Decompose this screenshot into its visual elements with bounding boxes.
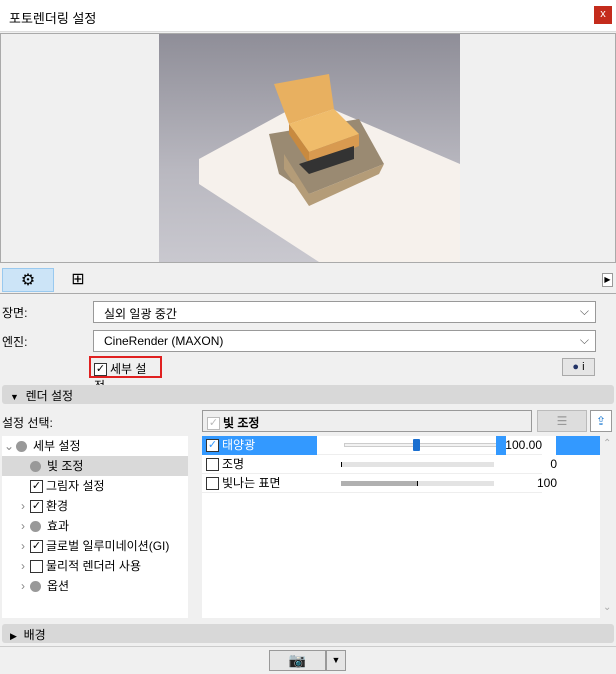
tree-label: 그림자 설정: [46, 479, 105, 493]
tree-label: 세부 설정: [33, 439, 81, 453]
background-label: 배경: [23, 628, 46, 642]
sunlight-slider[interactable]: [344, 443, 497, 447]
header-checkbox: ✓: [207, 417, 220, 431]
list-view-button[interactable]: ☰: [537, 410, 587, 432]
title-bar: 포토렌더링 설정 x: [0, 0, 616, 32]
chevron-right-icon[interactable]: ›: [16, 536, 30, 556]
row-lighting[interactable]: 조명 0: [202, 455, 557, 474]
export-button[interactable]: ⇪: [590, 410, 612, 432]
gear-icon: ⚙: [20, 272, 36, 289]
collapse-triangle-icon: ▼: [10, 392, 19, 402]
dot-icon: [16, 441, 27, 453]
chevron-down-icon[interactable]: ⌄: [2, 436, 16, 456]
slider-thumb[interactable]: [413, 439, 420, 451]
checkbox-checked[interactable]: ✓: [30, 540, 43, 554]
scene-select[interactable]: 실외 일광 중간 ⌵: [93, 301, 596, 323]
row-sunlight[interactable]: ✓ 태양광 100.00: [202, 436, 612, 455]
preview-image: [159, 34, 460, 262]
tree-item-detail[interactable]: ⌄ 세부 설정: [2, 436, 188, 456]
tree-label: 물리적 렌더러 사용: [46, 559, 141, 573]
scroll-down-icon[interactable]: ⌄: [603, 602, 611, 613]
tree-label: 글로벌 일루미네이션(GI): [46, 539, 170, 553]
expand-button[interactable]: ▶: [602, 273, 613, 287]
background-section[interactable]: ▶ 배경: [2, 624, 614, 643]
dot-icon: [30, 581, 41, 593]
render-preview: [0, 33, 616, 263]
glow-value[interactable]: 100: [492, 474, 557, 493]
scene-label: 장면:: [2, 306, 28, 320]
glow-slider[interactable]: [341, 481, 494, 486]
render-button[interactable]: 📷: [269, 650, 326, 671]
camera-icon: 📷: [288, 652, 307, 668]
row-glowing-surface[interactable]: 빛나는 표면 100: [202, 474, 557, 493]
row-label: 조명: [222, 457, 245, 471]
export-icon: ⇪: [595, 414, 607, 428]
engine-value: CineRender (MAXON): [104, 334, 224, 348]
checkbox-unchecked[interactable]: [206, 477, 219, 491]
light-settings-panel: ✓ 태양광 100.00 조명 0 빛나는 표면 100: [202, 436, 612, 618]
lighting-value[interactable]: 0: [492, 455, 557, 474]
lighting-slider[interactable]: [341, 462, 494, 467]
tree-item-physical[interactable]: › 물리적 렌더러 사용: [2, 556, 188, 576]
cinema-info-button[interactable]: ● i: [562, 358, 595, 376]
chevron-right-icon[interactable]: ›: [16, 496, 30, 516]
render-settings-label: 렌더 설정: [25, 389, 74, 403]
sunlight-value[interactable]: 100.00: [477, 436, 542, 455]
row-label: 빛나는 표면: [222, 476, 281, 490]
tree-item-light[interactable]: 빛 조정: [2, 456, 188, 476]
dot-icon: [30, 521, 41, 533]
chevron-right-icon[interactable]: ›: [16, 576, 30, 596]
cinema4d-icon: ●: [572, 361, 580, 373]
scroll-up-icon[interactable]: ⌃: [603, 438, 611, 449]
panel-header: ✓ 빛 조정: [202, 410, 532, 432]
settings-tree: ⌄ 세부 설정 빛 조정 ✓ 그림자 설정 › ✓ 환경 › 효과 › ✓ 글로벌 일루미네이…: [2, 436, 188, 618]
settings-select-label: 설정 선택:: [2, 416, 53, 430]
tree-item-environment[interactable]: › ✓ 환경: [2, 496, 188, 516]
checkbox-checked[interactable]: ✓: [30, 500, 43, 514]
size-grid-icon: ⊞: [71, 271, 85, 288]
dot-icon: [30, 461, 41, 473]
close-button[interactable]: x: [594, 6, 612, 24]
tree-item-options[interactable]: › 옵션: [2, 576, 188, 596]
tree-label: 효과: [47, 519, 70, 533]
checkbox-checked[interactable]: ✓: [94, 363, 107, 377]
checkbox-checked[interactable]: ✓: [30, 480, 43, 494]
chevron-right-icon[interactable]: ›: [16, 516, 30, 536]
window-title: 포토렌더링 설정: [9, 11, 97, 26]
render-options-dropdown[interactable]: ▼: [326, 650, 346, 671]
checkbox-unchecked[interactable]: [206, 458, 219, 472]
chevron-right-icon[interactable]: ›: [16, 556, 30, 576]
tree-label: 환경: [46, 499, 69, 513]
list-icon: ☰: [556, 414, 568, 428]
tree-item-effects[interactable]: › 효과: [2, 516, 188, 536]
chevron-down-icon: ⌵: [579, 333, 589, 347]
settings-tab[interactable]: ⚙: [2, 268, 54, 292]
tree-label: 옵션: [47, 579, 70, 593]
engine-select[interactable]: CineRender (MAXON) ⌵: [93, 330, 596, 352]
tree-item-shadow[interactable]: ✓ 그림자 설정: [2, 476, 188, 496]
row-label: 태양광: [222, 438, 256, 452]
scrollbar[interactable]: ⌃ ⌄: [600, 436, 614, 618]
caret-down-icon: ▼: [331, 655, 341, 665]
panel-header-label: 빛 조정: [223, 416, 260, 430]
expand-triangle-icon: ▶: [10, 631, 17, 641]
checkbox-unchecked[interactable]: [30, 560, 43, 574]
size-tab[interactable]: ⊞: [52, 268, 104, 292]
checkbox-checked[interactable]: ✓: [206, 439, 219, 453]
detail-settings-checkbox[interactable]: ✓세부 설정: [89, 356, 162, 393]
chevron-down-icon: ⌵: [579, 304, 589, 318]
tree-label: 빛 조정: [47, 459, 84, 473]
engine-label: 엔진:: [2, 335, 28, 349]
scene-value: 실외 일광 중간: [104, 307, 177, 321]
tree-item-gi[interactable]: › ✓ 글로벌 일루미네이션(GI): [2, 536, 188, 556]
render-settings-section[interactable]: ▼ 렌더 설정: [2, 385, 614, 404]
info-label: i: [582, 361, 585, 373]
